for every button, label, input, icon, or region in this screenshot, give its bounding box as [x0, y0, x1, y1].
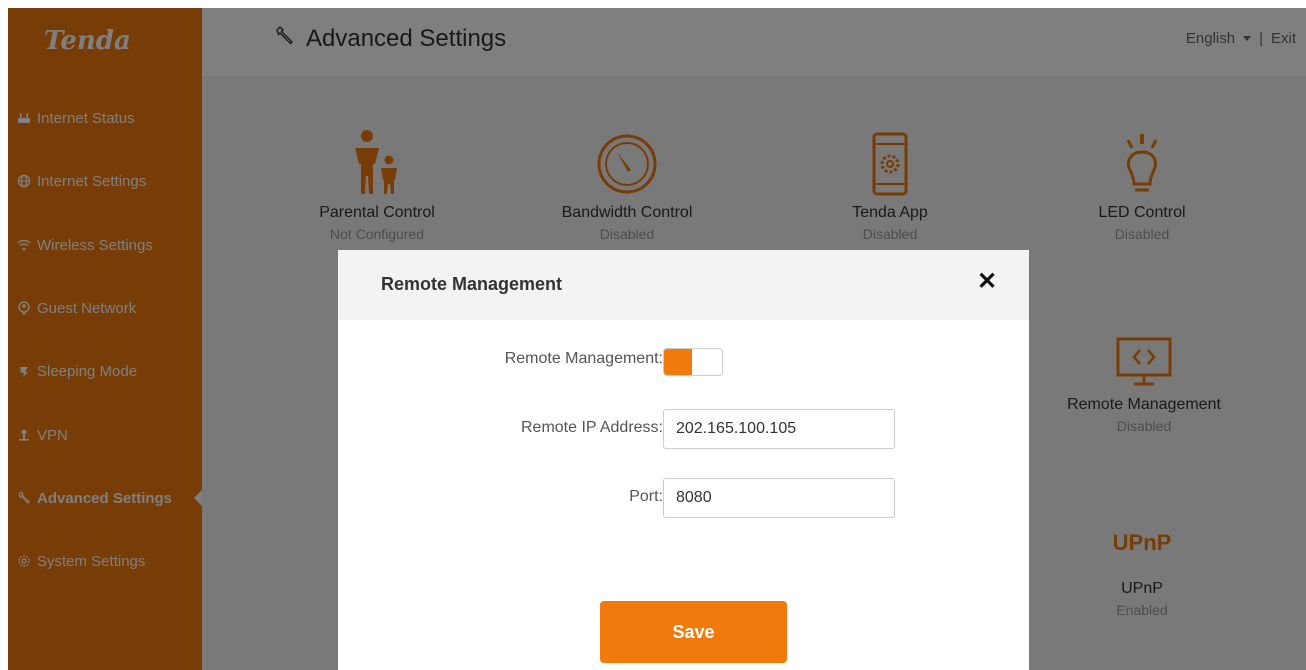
- dialog-header: Remote Management ✕: [338, 250, 1029, 320]
- toggle-on-indicator: [664, 349, 692, 375]
- remote-management-dialog: Remote Management ✕ Remote Management: R…: [338, 250, 1029, 670]
- port-row: Port:: [338, 478, 1029, 518]
- remote-ip-row: Remote IP Address:: [338, 409, 1029, 449]
- remote-management-row: Remote Management:: [338, 340, 1029, 380]
- close-icon[interactable]: ✕: [975, 270, 999, 294]
- remote-ip-label: Remote IP Address:: [521, 419, 663, 436]
- save-button[interactable]: Save: [600, 601, 787, 663]
- port-input[interactable]: [663, 478, 895, 518]
- dialog-title: Remote Management: [381, 274, 563, 294]
- remote-management-label: Remote Management:: [504, 350, 663, 367]
- remote-management-toggle[interactable]: [663, 348, 723, 376]
- remote-ip-input[interactable]: [663, 409, 895, 449]
- port-label: Port:: [629, 488, 663, 505]
